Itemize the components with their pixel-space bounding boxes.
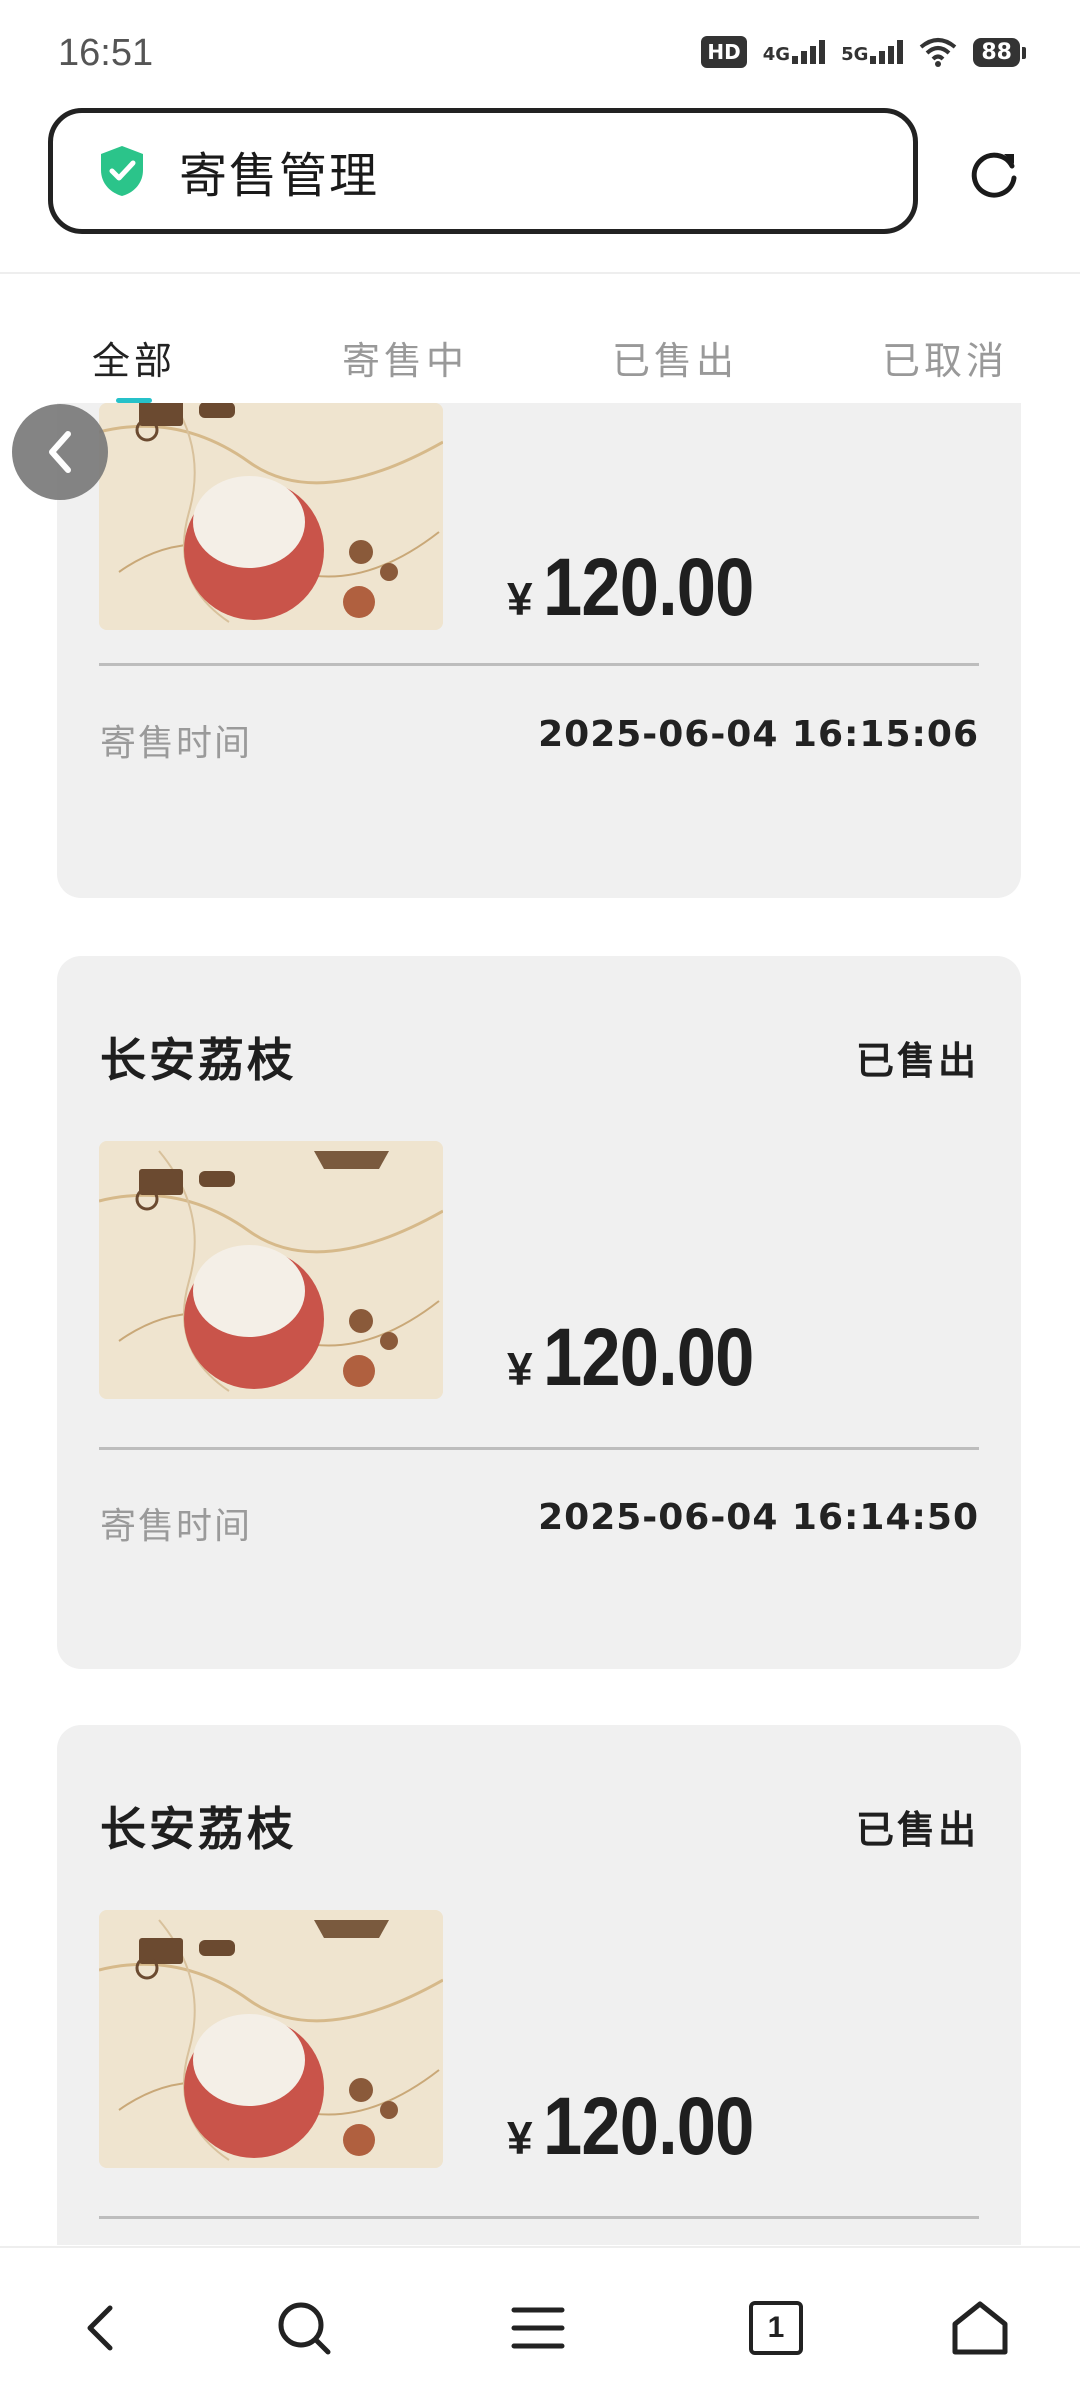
order-card[interactable]: ¥ 120.00 寄售时间 2025-06-04 16:15:06 bbox=[57, 403, 1021, 898]
consign-time-label: 寄售时间 bbox=[100, 723, 253, 764]
order-list[interactable]: ¥ 120.00 寄售时间 2025-06-04 16:15:06 长安荔枝 已… bbox=[0, 403, 1080, 2245]
card-divider bbox=[99, 1447, 979, 1450]
signal-5g-icon: 5G bbox=[841, 40, 904, 64]
bottom-nav: 1 bbox=[0, 2246, 1080, 2402]
tabs-icon: 1 bbox=[749, 2301, 803, 2355]
shield-check-icon bbox=[101, 146, 143, 196]
filter-tabs: 全部 寄售中 已售出 已取消 bbox=[0, 330, 1080, 400]
price: ¥ 120.00 bbox=[507, 1311, 787, 1405]
price: ¥ 120.00 bbox=[507, 2080, 787, 2174]
nav-back-button[interactable] bbox=[64, 2292, 136, 2364]
order-card[interactable]: 长安荔枝 已售出 ¥ 120.00 寄售时间 2025-06-04 16:14:… bbox=[57, 956, 1021, 1669]
signal-4g-icon: 4G bbox=[763, 40, 826, 64]
tab-on-sale[interactable]: 寄售中 bbox=[342, 330, 468, 385]
nav-menu-button[interactable] bbox=[502, 2292, 574, 2364]
price-value: 120.00 bbox=[542, 1312, 754, 1403]
order-card[interactable]: 长安荔枝 已售出 ¥ 120.00 bbox=[57, 1725, 1021, 2245]
product-name: 长安荔枝 bbox=[100, 1802, 296, 1856]
consign-time-value: 2025-06-04 16:15:06 bbox=[538, 714, 979, 755]
currency-symbol: ¥ bbox=[507, 1343, 533, 1395]
product-image bbox=[99, 1141, 443, 1399]
product-image bbox=[99, 1910, 443, 2168]
price: ¥ 120.00 bbox=[507, 541, 787, 635]
product-image bbox=[99, 403, 443, 630]
card-divider bbox=[99, 663, 979, 666]
tab-count: 1 bbox=[767, 2311, 785, 2344]
product-name: 长安荔枝 bbox=[100, 1033, 296, 1087]
nav-search-button[interactable] bbox=[268, 2292, 340, 2364]
price-value: 120.00 bbox=[542, 542, 754, 633]
home-icon bbox=[952, 2301, 1008, 2355]
status-icons: HD 4G 5G 88 bbox=[701, 36, 1026, 68]
hd-icon: HD bbox=[701, 36, 747, 68]
status-bar: 16:51 HD 4G 5G 88 bbox=[0, 0, 1080, 100]
page-title: 寄售管理 bbox=[179, 148, 380, 204]
chevron-left-icon bbox=[87, 2305, 113, 2351]
consign-time-value: 2025-06-04 16:14:50 bbox=[538, 1497, 979, 1538]
menu-icon bbox=[511, 2307, 565, 2349]
currency-symbol: ¥ bbox=[507, 573, 533, 625]
wifi-icon bbox=[920, 38, 957, 67]
search-icon bbox=[278, 2302, 331, 2355]
consign-time-label: 寄售时间 bbox=[100, 1506, 253, 1547]
refresh-icon[interactable] bbox=[966, 146, 1022, 202]
price-value: 120.00 bbox=[542, 2081, 754, 2172]
card-divider bbox=[99, 2216, 979, 2219]
header-divider bbox=[0, 272, 1080, 274]
tab-cancelled[interactable]: 已取消 bbox=[882, 330, 1008, 385]
chevron-left-icon bbox=[49, 431, 71, 473]
tab-all[interactable]: 全部 bbox=[92, 330, 176, 385]
order-status: 已售出 bbox=[855, 1808, 979, 1852]
battery-icon: 88 bbox=[973, 37, 1026, 67]
nav-tabs-button[interactable]: 1 bbox=[740, 2292, 812, 2364]
address-bar[interactable]: 寄售管理 bbox=[48, 108, 918, 234]
status-time: 16:51 bbox=[58, 32, 154, 74]
floating-back-button[interactable] bbox=[12, 404, 108, 500]
currency-symbol: ¥ bbox=[507, 2112, 533, 2164]
order-status: 已售出 bbox=[855, 1039, 979, 1083]
nav-home-button[interactable] bbox=[944, 2292, 1016, 2364]
tab-sold[interactable]: 已售出 bbox=[612, 330, 738, 385]
